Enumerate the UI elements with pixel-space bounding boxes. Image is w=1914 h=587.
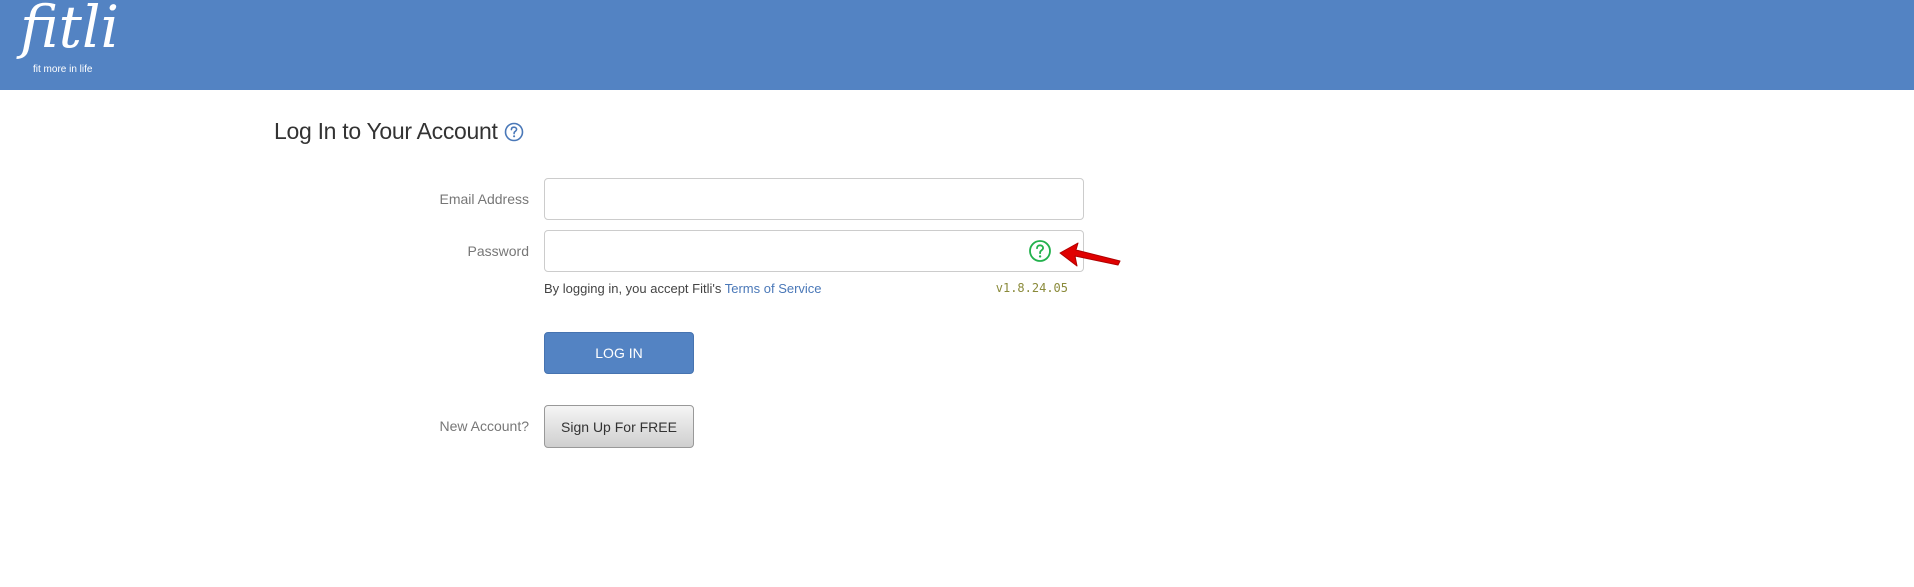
annotation-arrow-icon bbox=[1059, 242, 1121, 267]
email-input[interactable] bbox=[544, 178, 1084, 220]
new-account-label: New Account? bbox=[439, 418, 530, 434]
version-label: v1.8.24.05 bbox=[995, 281, 1068, 295]
email-label: Email Address bbox=[439, 191, 529, 207]
page-title: Log In to Your Account bbox=[274, 118, 524, 145]
fitli-logo[interactable]: fitli fit more in life bbox=[14, 0, 119, 76]
password-help-icon[interactable] bbox=[1028, 239, 1052, 263]
login-button[interactable]: LOG IN bbox=[544, 332, 694, 374]
signup-button[interactable]: Sign Up For FREE bbox=[544, 405, 694, 448]
top-header-bar: fitli fit more in life bbox=[0, 0, 1914, 90]
terms-prefix: By logging in, you accept Fitli's bbox=[544, 281, 725, 296]
terms-notice: By logging in, you accept Fitli's Terms … bbox=[544, 281, 822, 296]
question-circle-icon[interactable] bbox=[504, 122, 524, 142]
logo-wordmark: fitli bbox=[20, 0, 120, 61]
logo-tagline: fit more in life bbox=[33, 64, 93, 75]
password-label: Password bbox=[467, 243, 529, 259]
password-input[interactable] bbox=[544, 230, 1084, 272]
terms-of-service-link[interactable]: Terms of Service bbox=[725, 281, 822, 296]
page-title-text: Log In to Your Account bbox=[274, 118, 498, 144]
